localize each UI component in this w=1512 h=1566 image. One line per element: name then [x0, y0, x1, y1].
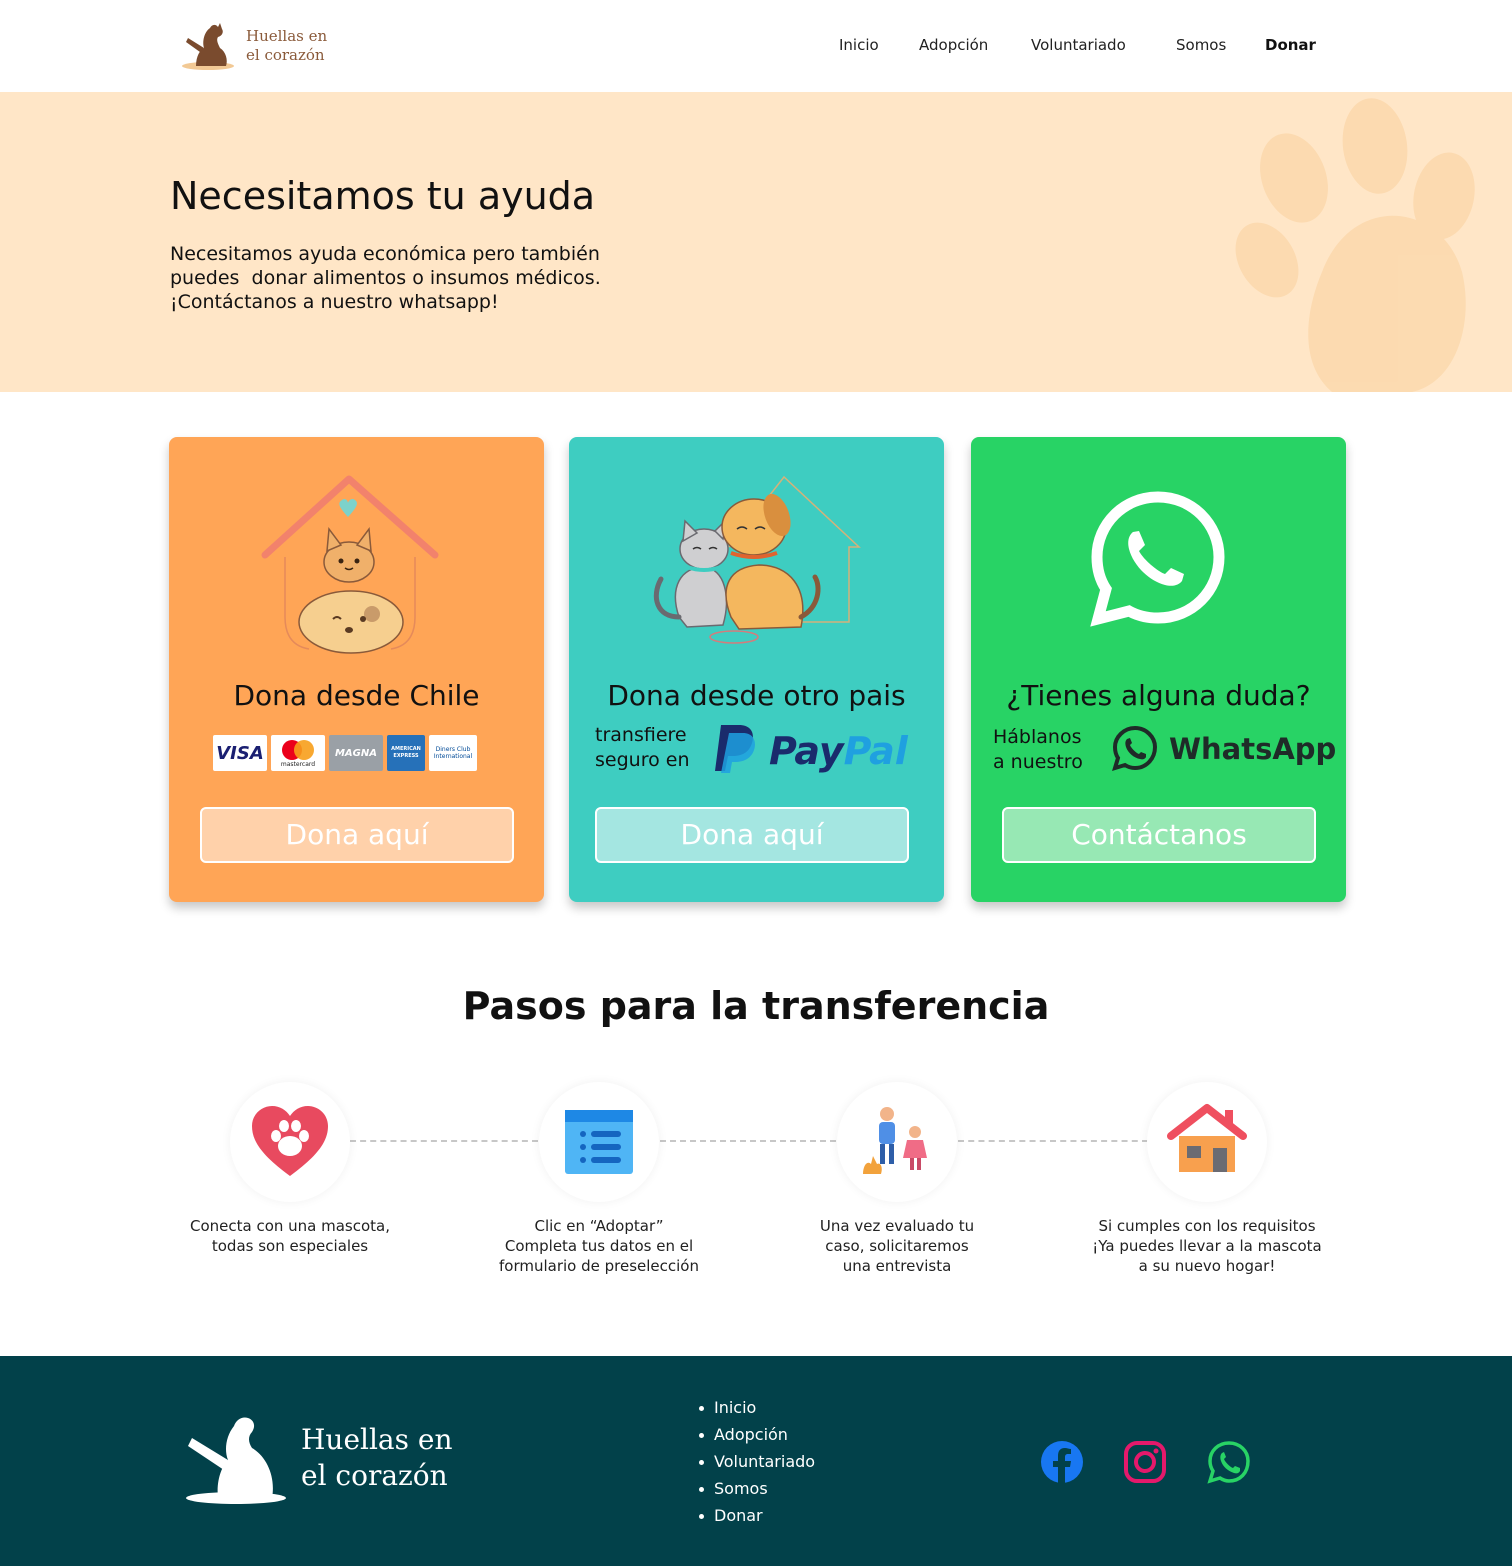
nav-link-inicio[interactable]: Inicio	[839, 36, 879, 54]
nav-link-somos[interactable]: Somos	[1176, 36, 1226, 54]
visa-logo: VISA	[213, 735, 267, 771]
paypal-sub-line-2: seguro en	[595, 749, 690, 771]
step-1-line-2: todas son especiales	[211, 1237, 369, 1255]
top-navbar: Huellas en el corazón Inicio Adopción Vo…	[0, 0, 1512, 92]
footer-link-somos[interactable]: Somos	[698, 1479, 815, 1506]
paypal-pal: Pal	[843, 729, 908, 773]
steps-title: Pasos para la transferencia	[462, 984, 1050, 1028]
card-title-contact: ¿Tienes alguna duda?	[1006, 679, 1311, 712]
mastercard-logo: mastercard	[271, 735, 325, 771]
whatsapp-sub-line-2: a nuestro	[993, 751, 1083, 773]
hero-line-2: puedes donar alimentos o insumos médicos…	[170, 267, 601, 289]
footer: Huellas en el corazón Inicio Adopción Vo…	[0, 1356, 1512, 1566]
footer-brand-line-1: Huellas en	[301, 1423, 453, 1456]
nav-links: Inicio Adopción Voluntariado Somos Donar	[0, 36, 1512, 58]
footer-brand-name: Huellas en el corazón	[301, 1422, 453, 1494]
family-interview-icon	[863, 1107, 927, 1174]
hero-banner: Necesitamos tu ayuda Necesitamos ayuda e…	[0, 92, 1512, 392]
payment-methods: VISA mastercard MAGNA AMERICAN EXPRESS D…	[213, 735, 477, 775]
card-title-abroad: Dona desde otro pais	[607, 679, 906, 712]
step-4-line-3: a su nuevo hogar!	[1138, 1257, 1276, 1275]
cat-dog-house-illustration	[261, 475, 439, 654]
whatsapp-footer-icon[interactable]	[1207, 1440, 1251, 1484]
house-icon	[1167, 1104, 1247, 1172]
step-1-text: Conecta con una mascota, todas son espec…	[160, 1216, 420, 1256]
mastercard-label: mastercard	[280, 760, 316, 768]
step-2-badge	[539, 1082, 659, 1202]
step-2: Clic en “Adoptar” Completa tus datos en …	[469, 1082, 729, 1282]
paypal-pay: Pay	[769, 729, 844, 773]
whatsapp-large-icon	[1090, 491, 1225, 627]
hero-title: Necesitamos tu ayuda	[170, 174, 596, 218]
donate-chile-card: Dona desde Chile VISA mastercard MAGNA A…	[169, 437, 544, 902]
footer-links: Inicio Adopción Voluntariado Somos Donar	[698, 1398, 815, 1533]
hero-description: Necesitamos ayuda económica pero también…	[170, 242, 650, 314]
step-4: Si cumples con los requisitos ¡Ya puedes…	[1077, 1082, 1337, 1282]
facebook-icon[interactable]	[1040, 1440, 1084, 1484]
step-4-line-1: Si cumples con los requisitos	[1098, 1217, 1316, 1235]
card-title-chile: Dona desde Chile	[233, 679, 480, 712]
dog-silhouette-icon	[186, 1417, 286, 1504]
whatsapp-small-icon	[1112, 725, 1158, 771]
step-2-line-2: Completa tus datos en el	[504, 1237, 694, 1255]
step-3: Una vez evaluado tu caso, solicitaremos …	[767, 1082, 1027, 1282]
contact-button[interactable]: Contáctanos	[1002, 807, 1316, 863]
mastercard-circles-icon	[282, 739, 314, 760]
magna-logo: MAGNA	[329, 735, 383, 771]
contact-whatsapp-card: ¿Tienes alguna duda? Háblanos a nuestro …	[971, 437, 1346, 902]
donate-abroad-button[interactable]: Dona aquí	[595, 807, 909, 863]
footer-brand-line-2: el corazón	[301, 1459, 448, 1492]
nav-link-voluntariado[interactable]: Voluntariado	[1031, 36, 1126, 54]
paypal-icon	[715, 725, 755, 773]
footer-link-adopcion[interactable]: Adopción	[698, 1425, 815, 1452]
step-3-line-2: caso, solicitaremos	[825, 1237, 969, 1255]
step-3-line-1: Una vez evaluado tu	[819, 1217, 975, 1235]
step-4-line-2: ¡Ya puedes llevar a la mascota	[1092, 1237, 1322, 1255]
step-2-line-1: Clic en “Adoptar”	[534, 1217, 664, 1235]
instagram-icon[interactable]	[1123, 1440, 1167, 1484]
step-1-line-1: Conecta con una mascota,	[189, 1217, 391, 1235]
whatsapp-sub-line-1: Háblanos	[993, 726, 1082, 748]
whatsapp-subtitle: Háblanos a nuestro	[993, 725, 1083, 775]
footer-link-voluntariado[interactable]: Voluntariado	[698, 1452, 815, 1479]
step-3-badge	[837, 1082, 957, 1202]
step-4-text: Si cumples con los requisitos ¡Ya puedes…	[1077, 1216, 1337, 1276]
donate-chile-button[interactable]: Dona aquí	[200, 807, 514, 863]
nav-link-donar[interactable]: Donar	[1265, 36, 1316, 54]
diners-logo: Diners Club International	[429, 735, 477, 771]
step-4-badge	[1147, 1082, 1267, 1202]
whatsapp-wordmark: WhatsApp	[1169, 732, 1337, 766]
paypal-sub-line-1: transfiere	[595, 724, 687, 746]
amex-logo: AMERICAN EXPRESS	[387, 735, 425, 771]
footer-link-donar[interactable]: Donar	[698, 1506, 815, 1533]
footer-link-inicio[interactable]: Inicio	[698, 1398, 815, 1425]
heart-paw-icon	[252, 1106, 328, 1176]
hero-line-3: ¡Contáctanos a nuestro whatsapp!	[170, 291, 499, 313]
donate-abroad-card: Dona desde otro pais transfiere seguro e…	[569, 437, 944, 902]
step-1: Conecta con una mascota, todas son espec…	[160, 1082, 420, 1282]
step-3-text: Una vez evaluado tu caso, solicitaremos …	[767, 1216, 1027, 1276]
step-2-line-3: formulario de preselección	[498, 1257, 699, 1275]
step-3-line-3: una entrevista	[842, 1257, 952, 1275]
hero-line-1: Necesitamos ayuda económica pero también	[170, 243, 600, 265]
paw-print-icon	[1235, 98, 1475, 392]
cat-dog-illustration	[654, 475, 861, 644]
step-1-badge	[230, 1082, 350, 1202]
paypal-subtitle: transfiere seguro en	[595, 723, 689, 773]
step-2-text: Clic en “Adoptar” Completa tus datos en …	[469, 1216, 729, 1276]
nav-link-adopcion[interactable]: Adopción	[919, 36, 988, 54]
form-list-icon	[565, 1110, 633, 1174]
paypal-wordmark: PayPal	[769, 729, 908, 773]
